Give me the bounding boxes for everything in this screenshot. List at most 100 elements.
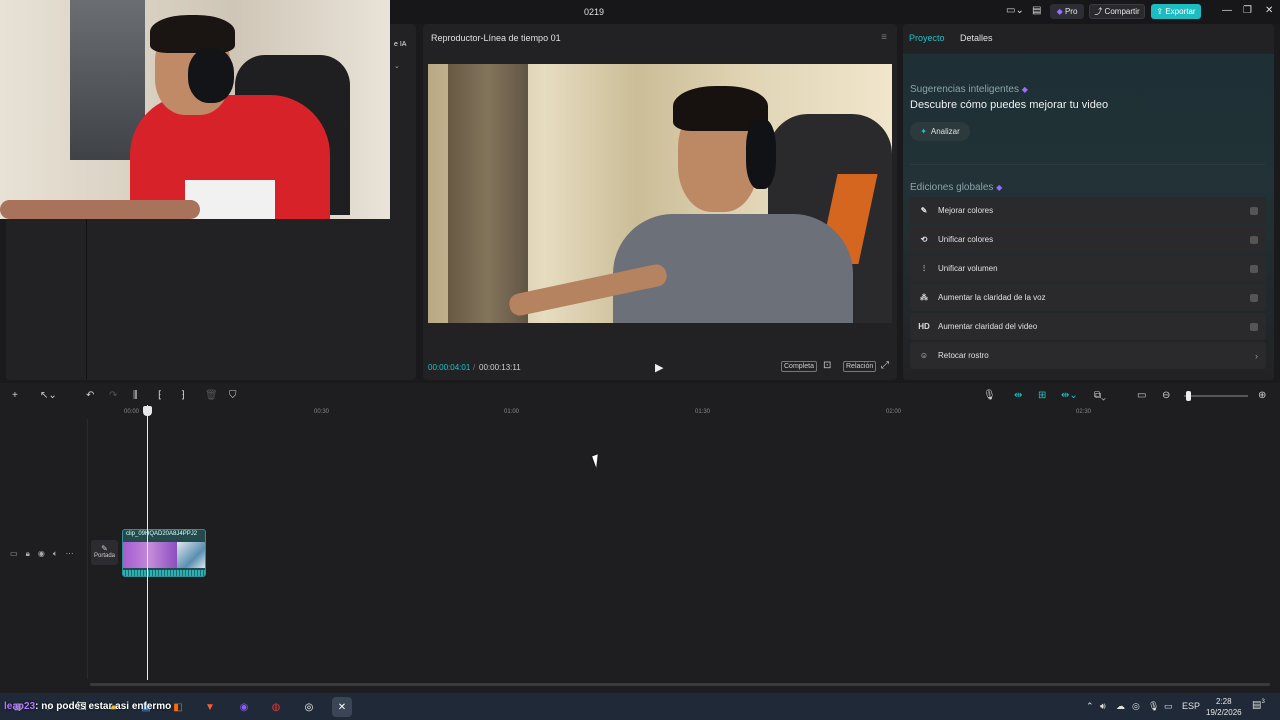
gem-icon: ◆ (1021, 85, 1028, 94)
ratio-button[interactable]: Relación (843, 361, 877, 372)
volume-icon[interactable]: 🔈︎ (53, 549, 58, 559)
window-title: 0219 (584, 7, 605, 17)
audio-waveform (123, 570, 205, 576)
add-icon[interactable]: + (12, 390, 18, 401)
minimize-button[interactable]: — (1222, 5, 1232, 16)
split-icon[interactable]: ⫼ (133, 390, 138, 401)
analyze-button[interactable]: ✦ Analizar (910, 122, 970, 141)
clip-thumbnail (177, 542, 205, 568)
horizontal-scrollbar[interactable] (90, 683, 1270, 686)
pro-button[interactable]: ◆ Pro (1050, 4, 1084, 19)
browser-icon[interactable]: ◉ (234, 697, 254, 717)
playhead-line[interactable] (147, 405, 148, 680)
sparkle-icon: ✦ (920, 127, 927, 136)
capcut-icon[interactable]: ✕ (332, 697, 352, 717)
clock-date: 19/2/2026 (1206, 708, 1242, 717)
toggle-switch[interactable] (1250, 322, 1258, 331)
caption-icon[interactable]: ▭ (1137, 390, 1146, 401)
option-claridad-voz[interactable]: ⁂ Aumentar la claridad de la voz (910, 284, 1266, 311)
trim-right-icon[interactable]: ⁆ (181, 390, 185, 401)
zoom-out-icon[interactable]: ⊖ (1162, 390, 1170, 401)
ruler-tick: 01:30 (695, 409, 711, 415)
brave-icon[interactable]: ▼ (200, 697, 220, 717)
complete-button[interactable]: Completa (781, 361, 817, 372)
toggle-switch[interactable] (1250, 235, 1258, 244)
preview-axis-icon[interactable]: ⧉⌄ (1094, 390, 1106, 401)
cover-button[interactable]: ✎ Portada (91, 540, 118, 565)
zoom-in-icon[interactable]: ⊕ (1258, 390, 1266, 401)
clip-name: clip_09HQAD20A8J4PPJ2 (126, 531, 198, 537)
link-icon[interactable]: ⇹ (1014, 390, 1022, 401)
toggle-switch[interactable] (1250, 264, 1258, 273)
microphone-icon[interactable]: 🎙 (983, 390, 996, 401)
notification-icon[interactable]: ▤3 (1252, 699, 1265, 710)
export-label: Exportar (1165, 7, 1196, 16)
edit-icon: ✎ (101, 544, 108, 553)
play-icon[interactable]: ▶ (655, 361, 663, 374)
gem-icon: ◆ (1056, 7, 1063, 16)
recorder-icon[interactable]: ◍ (266, 697, 286, 717)
fullscreen-icon[interactable]: ⤢ (881, 360, 889, 371)
time-ruler[interactable]: 00:00 00:30 01:00 01:30 02:00 02:30 (0, 407, 1280, 419)
volume-icon[interactable]: 🔊︎ (1100, 701, 1106, 712)
snap-icon[interactable]: ⇹⌄ (1061, 390, 1078, 401)
maximize-button[interactable]: ❐ (1243, 5, 1252, 16)
option-mejorar-colores[interactable]: ✎ Mejorar colores (910, 197, 1266, 224)
suggestions-title: Sugerencias inteligentes ◆ (910, 84, 1028, 95)
player-panel: Reproductor-Línea de tiempo 01 ≡ 00:00:0… (423, 24, 897, 380)
clock[interactable]: 2:28 19/2/2026 (1206, 696, 1242, 718)
export-button[interactable]: ⇪ Exportar (1151, 4, 1201, 19)
shield-icon[interactable]: ⛉ (229, 390, 237, 401)
global-edits-title-text: Ediciones globales (910, 182, 994, 193)
option-retocar-rostro[interactable]: ☺ Retocar rostro › (910, 342, 1266, 369)
option-label: Aumentar claridad del video (938, 322, 1038, 331)
network-icon[interactable]: ▭ (1164, 701, 1173, 712)
zoom-slider-handle[interactable] (1186, 391, 1191, 401)
video-preview[interactable] (428, 64, 892, 323)
language-indicator[interactable]: ESP (1182, 701, 1200, 711)
select-tool-icon[interactable]: ↖⌄ (40, 390, 57, 401)
chevron-up-icon[interactable]: ⌃ (1086, 701, 1094, 712)
weather-icon[interactable]: ☁ (1116, 701, 1125, 712)
option-label: Unificar colores (938, 235, 994, 244)
eye-icon[interactable]: ◉ (38, 549, 45, 559)
magnet-icon[interactable]: ⊞ (1038, 390, 1046, 401)
layout-icon[interactable]: ▭⌄ (1006, 5, 1024, 16)
playhead-handle[interactable] (143, 406, 152, 416)
toggle-switch[interactable] (1250, 293, 1258, 302)
share-icon: ⤴ (1094, 7, 1103, 16)
video-curtain (448, 64, 528, 323)
tab-proyecto[interactable]: Proyecto (909, 33, 945, 43)
close-button[interactable]: ✕ (1265, 5, 1273, 16)
option-unificar-colores[interactable]: ⟲ Unificar colores (910, 226, 1266, 253)
option-claridad-video[interactable]: HD Aumentar claridad del video (910, 313, 1266, 340)
delete-icon[interactable]: 🗑 (205, 390, 218, 401)
trim-left-icon[interactable]: ⁅ (158, 390, 162, 401)
snapshot-icon[interactable]: ⊡ (823, 360, 831, 371)
ruler-tick: 01:00 (504, 409, 520, 415)
export-icon: ⇪ (1156, 7, 1164, 16)
more-icon[interactable]: ⋯ (66, 549, 74, 559)
toggle-switch[interactable] (1250, 206, 1258, 215)
undo-icon[interactable]: ↶ (86, 390, 94, 401)
obs-icon[interactable]: ◎ (299, 697, 319, 717)
redo-icon[interactable]: ↷ (109, 390, 117, 401)
equalizer-icon: ⫶ (923, 263, 925, 273)
menu-icon[interactable]: ≡ (881, 32, 887, 43)
chevron-down-icon[interactable]: ⌄ (394, 62, 400, 70)
video-clip[interactable]: clip_09HQAD20A8J4PPJ2 (122, 529, 206, 577)
timeline-panel: + ↖⌄ ↶ ↷ ⫼ ⁅ ⁆ 🗑 ⛉ 🎙 ⇹ ⊞ ⇹⌄ ⧉⌄ ▭ ⊖ ⊕ 00:… (0, 383, 1280, 693)
mic-icon[interactable]: 🎙 (1148, 701, 1159, 712)
shortcut-icon[interactable]: ▤ (1032, 5, 1041, 16)
zoom-slider[interactable] (1184, 395, 1248, 397)
ia-tab-label[interactable]: e IA (394, 41, 406, 48)
clip-thumbnail (123, 542, 177, 568)
lock-icon[interactable]: 🔒︎ (26, 549, 30, 559)
option-label: Mejorar colores (938, 206, 994, 215)
tab-detalles[interactable]: Detalles (960, 33, 993, 43)
obs-tray-icon[interactable]: ◎ (1132, 701, 1140, 712)
gem-icon: ◆ (996, 183, 1003, 192)
option-unificar-volumen[interactable]: ⫶ Unificar volumen (910, 255, 1266, 282)
share-button[interactable]: ⤴ Compartir (1089, 4, 1145, 19)
chevron-right-icon[interactable]: › (1255, 351, 1258, 361)
